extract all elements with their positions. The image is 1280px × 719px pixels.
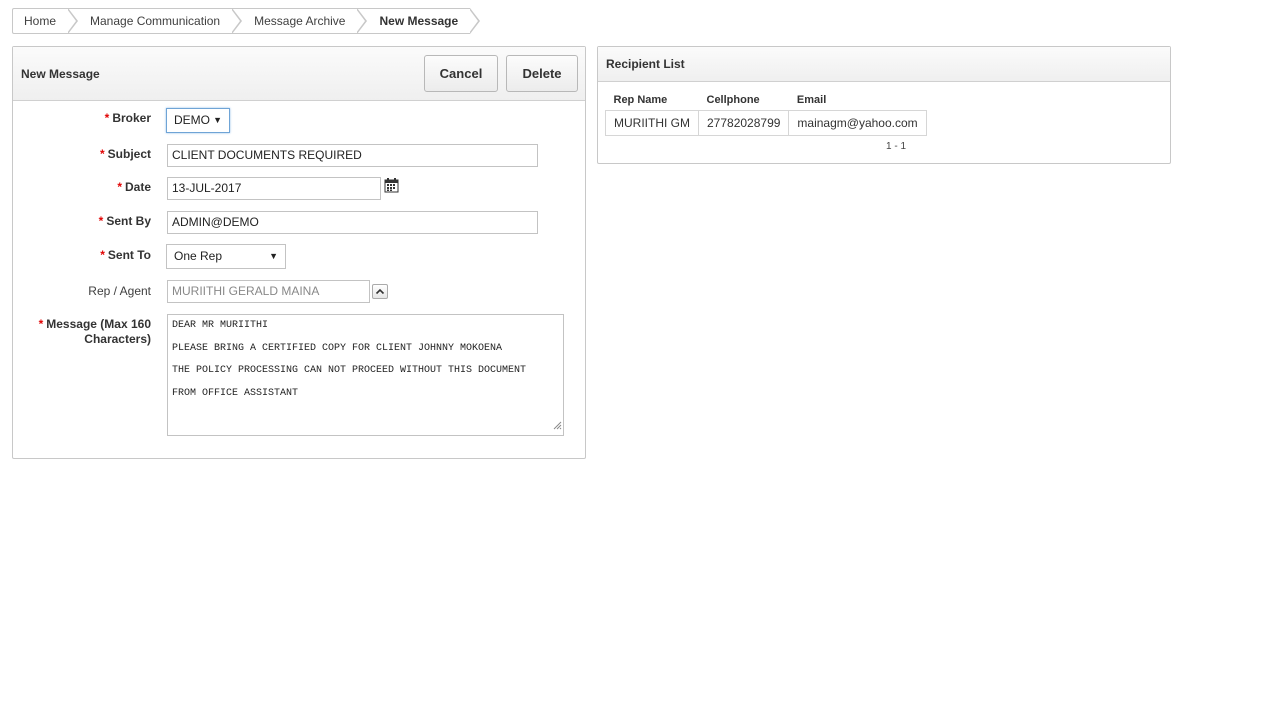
broker-label: * Broker (11, 111, 151, 125)
breadcrumb-label: New Message (379, 14, 459, 28)
breadcrumb-separator-icon (231, 8, 243, 34)
message-label: * Message (Max 160 Characters) (11, 317, 151, 347)
table-cell-email: mainagm@yahoo.com (788, 110, 927, 136)
required-marker: * (99, 147, 105, 161)
column-header-cellphone[interactable]: Cellphone (699, 91, 789, 111)
table-cell-cellphone: 27782028799 (697, 110, 790, 136)
rep-agent-field[interactable]: MURIITHI GERALD MAINA (167, 280, 370, 303)
column-header-email[interactable]: Email (789, 91, 926, 111)
sent-to-label-text: Sent To (107, 248, 151, 262)
breadcrumb-new-message: New Message (357, 8, 481, 34)
breadcrumb-manage-communication[interactable]: Manage Communication (68, 8, 243, 34)
column-header-rep-name[interactable]: Rep Name (606, 91, 699, 111)
chevron-up-icon[interactable] (372, 284, 388, 299)
recipient-table: Rep Name Cellphone Email MURIITHI GM 277… (605, 91, 927, 136)
sent-by-field[interactable]: ADMIN@DEMO (167, 211, 538, 234)
breadcrumb: Home Manage Communication Message Archiv… (12, 8, 481, 34)
recipient-list-region: Recipient List Rep Name Cellphone Email … (597, 46, 1171, 164)
message-textarea[interactable]: DEAR MR MURIITHI PLEASE BRING A CERTIFIE… (167, 314, 564, 436)
caret-down-icon: ▼ (213, 115, 222, 125)
subject-label-text: Subject (107, 147, 151, 161)
breadcrumb-message-archive[interactable]: Message Archive (232, 8, 368, 34)
broker-value: DEMO (174, 113, 210, 127)
region-header: New Message Cancel Delete (13, 47, 585, 101)
message-label-line2: Characters) (84, 332, 151, 346)
message-line: THE POLICY PROCESSING CAN NOT PROCEED WI… (172, 365, 527, 376)
date-label-text: Date (124, 180, 151, 194)
breadcrumb-label: Home (24, 14, 57, 28)
date-label: * Date (11, 180, 151, 194)
required-marker: * (38, 317, 44, 331)
required-marker: * (104, 111, 110, 125)
new-message-region: New Message Cancel Delete * Broker DEMO ▼… (12, 46, 586, 459)
breadcrumb-separator-icon (356, 8, 368, 34)
table-header-row: Rep Name Cellphone Email (606, 91, 927, 111)
resize-grip-icon[interactable] (553, 421, 562, 434)
breadcrumb-home[interactable]: Home (12, 8, 79, 34)
sent-to-value: One Rep (174, 249, 223, 263)
region-title: New Message (21, 67, 100, 81)
sent-by-label: * Sent By (11, 214, 151, 228)
subject-label: * Subject (11, 147, 151, 161)
calendar-icon[interactable] (384, 178, 399, 196)
table-row: MURIITHI GM 27782028799 mainagm@yahoo.co… (605, 110, 927, 136)
region-header: Recipient List (598, 47, 1170, 82)
region-title: Recipient List (606, 57, 685, 71)
subject-field[interactable]: CLIENT DOCUMENTS REQUIRED (167, 144, 538, 167)
rep-agent-label: Rep / Agent (88, 284, 151, 298)
broker-label-text: Broker (112, 111, 151, 125)
sent-to-label: * Sent To (11, 248, 151, 262)
message-line: FROM OFFICE ASSISTANT (172, 387, 299, 399)
caret-down-icon: ▼ (269, 251, 278, 261)
sent-by-label-text: Sent By (106, 214, 151, 228)
cancel-button[interactable]: Cancel (424, 55, 498, 92)
required-marker: * (98, 214, 104, 228)
date-field[interactable]: 13-JUL-2017 (167, 177, 381, 200)
breadcrumb-label: Manage Communication (90, 14, 221, 28)
breadcrumb-label: Message Archive (254, 14, 346, 28)
breadcrumb-separator-icon (469, 8, 481, 34)
required-marker: * (117, 180, 122, 194)
message-line: PLEASE BRING A CERTIFIED COPY FOR CLIENT… (172, 342, 503, 354)
pagination-range: 1 - 1 (886, 141, 907, 152)
breadcrumb-separator-icon (67, 8, 79, 34)
message-line: DEAR MR MURIITHI (172, 320, 269, 331)
message-label-line1: Message (Max 160 (46, 317, 151, 331)
table-cell-rep-name: MURIITHI GM (605, 110, 699, 136)
sent-to-select[interactable]: One Rep ▼ (166, 244, 286, 269)
delete-button[interactable]: Delete (506, 55, 578, 92)
broker-select[interactable]: DEMO ▼ (166, 108, 230, 133)
required-marker: * (100, 248, 105, 262)
